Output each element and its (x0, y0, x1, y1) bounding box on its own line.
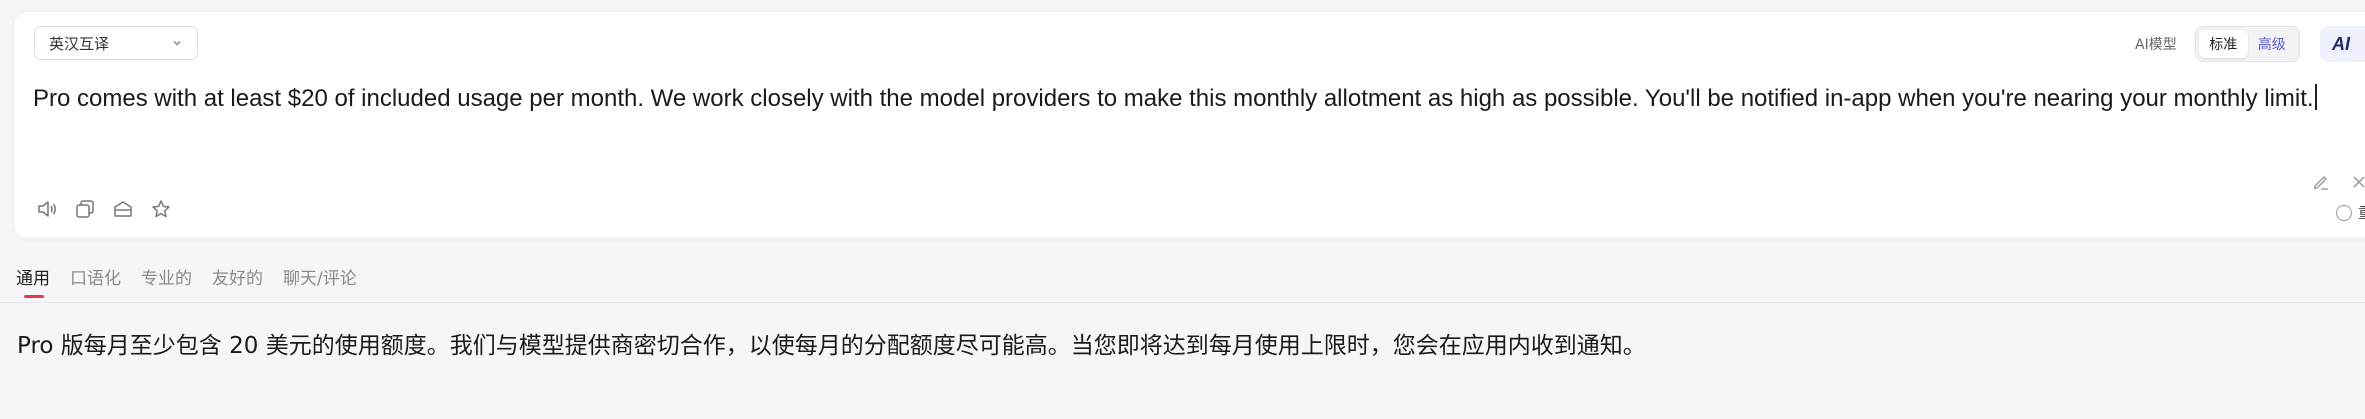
language-select-label: 英汉互译 (49, 34, 110, 53)
focus-radio-label: 重点 (2358, 202, 2365, 223)
model-label: AI模型 (2135, 37, 2177, 53)
radio-circle (2336, 204, 2352, 221)
copy-icon[interactable] (74, 198, 96, 220)
source-text: Pro comes with at least $20 of included … (33, 85, 2314, 112)
tab-chat-comment[interactable]: 聊天/评论 (283, 264, 357, 289)
mode-advanced-button[interactable]: 高级 (2248, 30, 2297, 58)
speaker-icon[interactable] (36, 198, 58, 220)
translation-result: Pro 版每月至少包含 20 美元的使用额度。我们与模型提供商密切合作，以使每月… (17, 333, 1646, 359)
input-card: 英汉互译 AI模型 标准 高级 AI Pro comes with at lea… (14, 12, 2365, 238)
tab-colloquial[interactable]: 口语化 (70, 264, 121, 289)
divider (0, 302, 2365, 303)
tab-general[interactable]: 通用 (16, 264, 50, 298)
star-icon[interactable] (150, 198, 172, 220)
tab-professional[interactable]: 专业的 (141, 264, 192, 289)
ai-button-label: AI (2332, 33, 2350, 54)
language-select[interactable]: 英汉互译 (34, 26, 198, 60)
text-cursor (2314, 84, 2317, 110)
close-icon[interactable] (2349, 172, 2365, 192)
style-tabs: 通用 口语化 专业的 友好的 聊天/评论 (16, 264, 377, 298)
edit-icon[interactable] (2311, 172, 2331, 192)
mode-standard-button[interactable]: 标准 (2199, 30, 2248, 58)
ai-button[interactable]: AI (2320, 26, 2365, 62)
focus-radio[interactable]: 重点 (2336, 202, 2365, 223)
tab-friendly[interactable]: 友好的 (212, 264, 263, 289)
book-icon[interactable] (112, 198, 134, 220)
source-text-area[interactable]: Pro comes with at least $20 of included … (33, 78, 2363, 119)
chevron-down-icon (173, 40, 181, 46)
source-toolbar (36, 198, 172, 220)
mode-toggle: 标准 高级 (2195, 26, 2300, 62)
